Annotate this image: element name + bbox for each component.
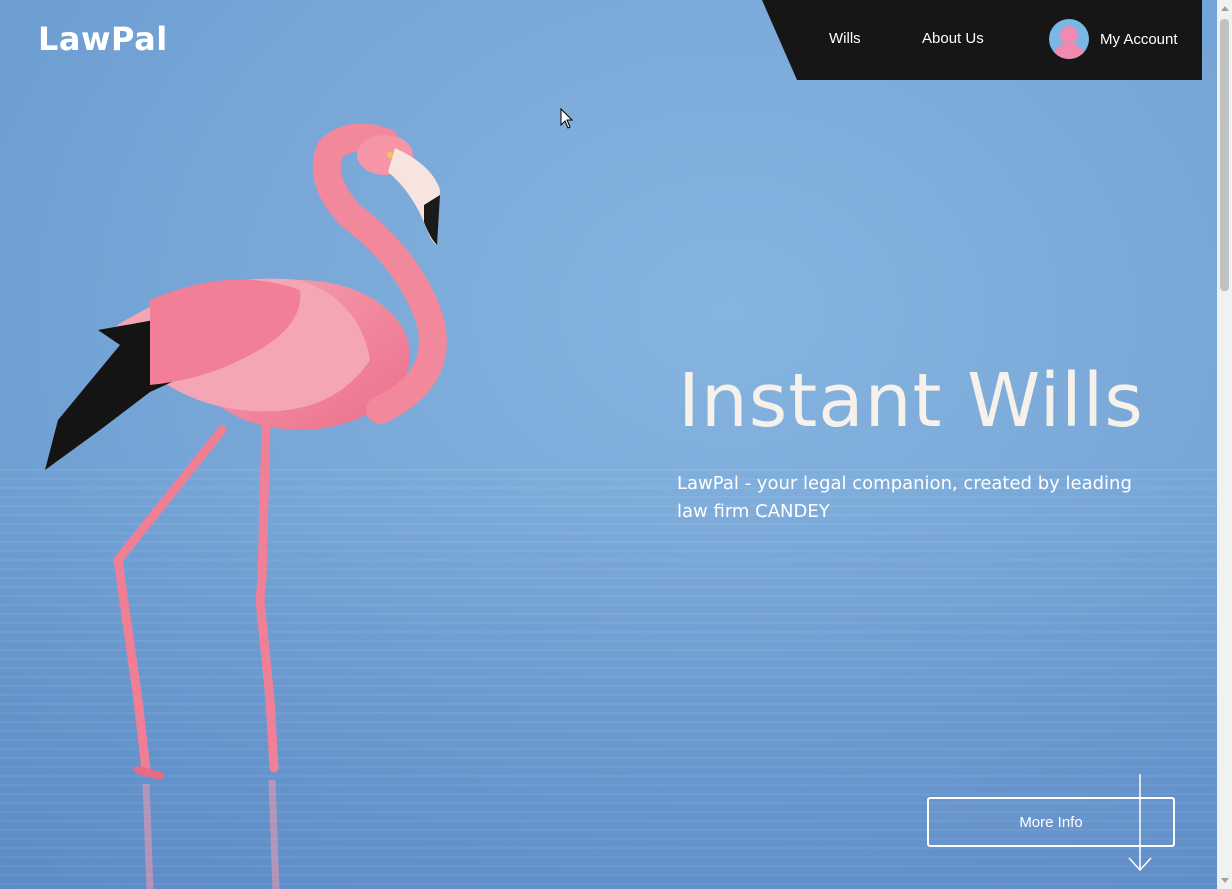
scroll-up-arrow-icon[interactable] <box>1217 0 1232 17</box>
flamingo-image <box>45 123 447 889</box>
scrollbar-thumb[interactable] <box>1220 19 1229 291</box>
avatar-icon <box>1049 19 1089 59</box>
arrow-down-icon <box>1128 774 1152 872</box>
my-account-menu[interactable]: My Account <box>1049 19 1178 59</box>
my-account-label: My Account <box>1100 30 1178 48</box>
logo[interactable]: LawPal <box>38 20 168 58</box>
hero-section: LawPal Wills About Us My Account Instant… <box>0 0 1217 889</box>
mouse-cursor <box>560 108 574 129</box>
hero-subtitle: LawPal - your legal companion, created b… <box>677 473 1132 522</box>
hero-headline: Instant Wills <box>678 358 1144 444</box>
scroll-down-arrow-icon[interactable] <box>1217 872 1232 889</box>
top-navbar: Wills About Us My Account <box>762 0 1202 80</box>
nav-link-about-us[interactable]: About Us <box>922 30 984 47</box>
nav-link-wills[interactable]: Wills <box>829 30 861 47</box>
vertical-scrollbar[interactable] <box>1217 0 1232 889</box>
